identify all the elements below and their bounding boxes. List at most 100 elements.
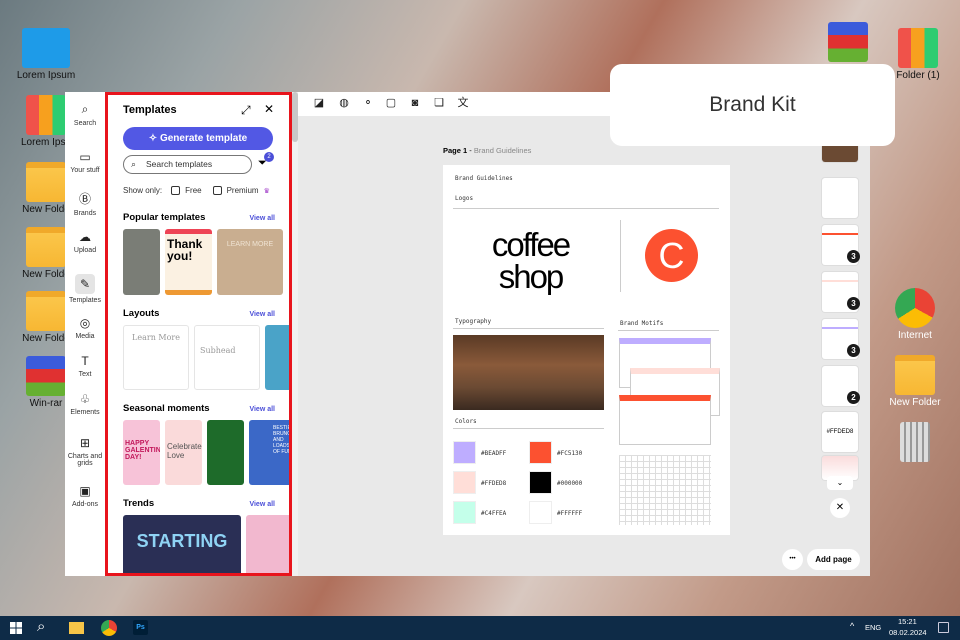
rail-item-search[interactable]: ⌕ Search (65, 102, 105, 127)
page-thumb[interactable]: 3 (822, 272, 860, 312)
text-icon: T (81, 354, 89, 368)
page-label: Page 1 - Brand Guidelines (443, 146, 532, 155)
rail-item-elements[interactable]: ♧ Elements (65, 392, 105, 416)
panel-scrollbar[interactable] (292, 92, 298, 576)
trend-thumb[interactable]: STARTING (123, 515, 241, 573)
page-count-badge: 2 (847, 391, 860, 404)
template-thumb[interactable] (123, 229, 160, 295)
color-swatch[interactable] (453, 501, 476, 524)
page-thumb[interactable]: 3 (822, 319, 860, 359)
rail-item-media[interactable]: ◎ Media (65, 316, 105, 340)
notifications-icon[interactable] (938, 622, 949, 633)
file-explorer-icon[interactable] (69, 622, 84, 634)
free-checkbox[interactable] (171, 186, 181, 195)
addons-icon: ▣ (79, 484, 91, 498)
layout-thumb[interactable]: Subhead (194, 325, 260, 390)
rail-item-templates[interactable]: ✎ Templates (65, 274, 105, 304)
desktop-icon-internet[interactable]: Internet (877, 288, 953, 341)
section-trends: Trends (123, 498, 155, 509)
view-all-link[interactable]: View all (249, 215, 275, 222)
brand-kit-callout: Brand Kit (610, 64, 895, 146)
rail-item-your-stuff[interactable]: ▭ Your stuff (65, 150, 105, 174)
template-thumb[interactable]: LEARN MORE (217, 229, 283, 295)
close-thumbnails-button[interactable]: ✕ (830, 498, 850, 518)
expand-icon[interactable]: ⤢ (241, 103, 251, 118)
close-icon[interactable]: ✕ (264, 102, 274, 116)
page-thumb[interactable]: 3 (822, 225, 860, 265)
seasonal-thumb[interactable]: Celebrate Love (165, 420, 202, 485)
layout-thumb[interactable]: Learn More (123, 325, 189, 390)
brand-guidelines-page[interactable]: Brand Guidelines Logos coffee shop C Typo… (443, 165, 730, 535)
trend-thumb[interactable] (246, 515, 289, 573)
tray-chevron-icon[interactable]: ^ (850, 621, 854, 631)
scroll-down-button[interactable]: ⌄ (827, 476, 853, 490)
desktop-icon-new-folder[interactable]: New Folder (877, 355, 953, 408)
color-hex-label: #FFDED8 (481, 480, 507, 487)
search-icon: ⌕ (81, 102, 89, 116)
color-palette-icon[interactable]: ◍ (337, 96, 351, 110)
windows-start-icon[interactable] (10, 622, 22, 634)
chrome-icon (895, 288, 935, 328)
seasonal-thumb[interactable] (207, 420, 244, 485)
computer-icon (22, 28, 70, 68)
color-swatch[interactable] (529, 501, 552, 524)
section-popular-templates: Popular templates (123, 212, 206, 223)
chrome-icon[interactable] (101, 620, 117, 636)
rail-item-brands[interactable]: Ⓑ Brands (65, 190, 105, 217)
view-all-link[interactable]: View all (249, 406, 275, 413)
crown-icon: ♛ (263, 187, 270, 195)
brand-icon: Ⓑ (78, 192, 91, 206)
animate-icon[interactable]: ⚬ (361, 96, 375, 110)
more-options-button[interactable]: ••• (782, 549, 803, 570)
color-swatch[interactable] (453, 471, 476, 494)
shape-icon[interactable]: ▢ (384, 96, 398, 110)
color-swatch[interactable] (529, 441, 552, 464)
rail-item-text[interactable]: T Text (65, 354, 105, 378)
page-thumb[interactable]: 2 (822, 366, 860, 406)
search-templates-input[interactable]: ⌕ Search templates (123, 155, 252, 174)
language-indicator[interactable]: ENG (865, 623, 881, 632)
upload-icon: ☁ (79, 230, 91, 244)
color-swatch[interactable] (453, 441, 476, 464)
motif-window (619, 395, 711, 445)
seasonal-thumb[interactable]: HAPPY GALENTINES DAY! (123, 420, 160, 485)
left-rail: ⌕ Search ▭ Your stuff Ⓑ Brands ☁ Upload ✎ Templat… (65, 92, 105, 576)
generate-template-button[interactable]: ✧ Generate template (123, 127, 273, 150)
photoshop-icon[interactable]: Ps (133, 620, 148, 635)
rail-item-charts-and-grids[interactable]: ⊞ Charts and grids (65, 436, 105, 467)
frame-icon[interactable]: ◙ (408, 96, 422, 110)
view-all-link[interactable]: View all (249, 501, 275, 508)
seasonal-thumb[interactable]: BESTIE BRUNCH, AND LOADS OF FUN (249, 420, 289, 485)
desktop-icon-winrar-top[interactable] (810, 22, 886, 64)
template-thumb[interactable]: Thank you! (165, 229, 212, 295)
color-swatch[interactable] (529, 471, 552, 494)
clock-time[interactable]: 15:21 (898, 617, 917, 626)
desktop-icon-recycle-bin[interactable] (877, 422, 953, 464)
folder-icon (26, 227, 66, 267)
page-thumb[interactable]: #FFDED8 (822, 412, 858, 452)
coffee-shop-photo (453, 335, 604, 410)
folder-icon (26, 291, 66, 331)
chart-grid-icon: ⊞ (79, 436, 91, 450)
rail-item-add-ons[interactable]: ▣ Add-ons (65, 484, 105, 508)
logo-mark: C (645, 229, 698, 282)
add-page-button[interactable]: Add page (807, 549, 860, 570)
resize-icon[interactable]: ◪ (312, 96, 326, 110)
binders-icon (26, 95, 66, 135)
color-hex-label: #BEADFF (481, 450, 507, 457)
section-layouts: Layouts (123, 308, 160, 319)
search-icon[interactable]: ⌕ (37, 618, 45, 635)
view-all-link[interactable]: View all (249, 311, 275, 318)
rail-item-upload[interactable]: ☁ Upload (65, 230, 105, 254)
premium-checkbox[interactable] (212, 186, 222, 195)
templates-panel: Templates ⤢ ✕ ✧ Generate template ⌕ Searc… (105, 92, 292, 576)
clock-date[interactable]: 08.02.2024 (889, 628, 927, 637)
layout-thumb[interactable] (265, 325, 289, 390)
desktop-icon-computer[interactable]: Lorem Ipsum (8, 28, 84, 81)
translate-icon[interactable]: 文 (456, 96, 470, 110)
motif-grid (619, 455, 711, 525)
layers-icon[interactable]: ❏ (432, 96, 446, 110)
color-hex-label: #FFFFFF (557, 510, 583, 517)
section-seasonal-moments: Seasonal moments (123, 403, 210, 414)
page-thumb[interactable] (822, 178, 858, 218)
